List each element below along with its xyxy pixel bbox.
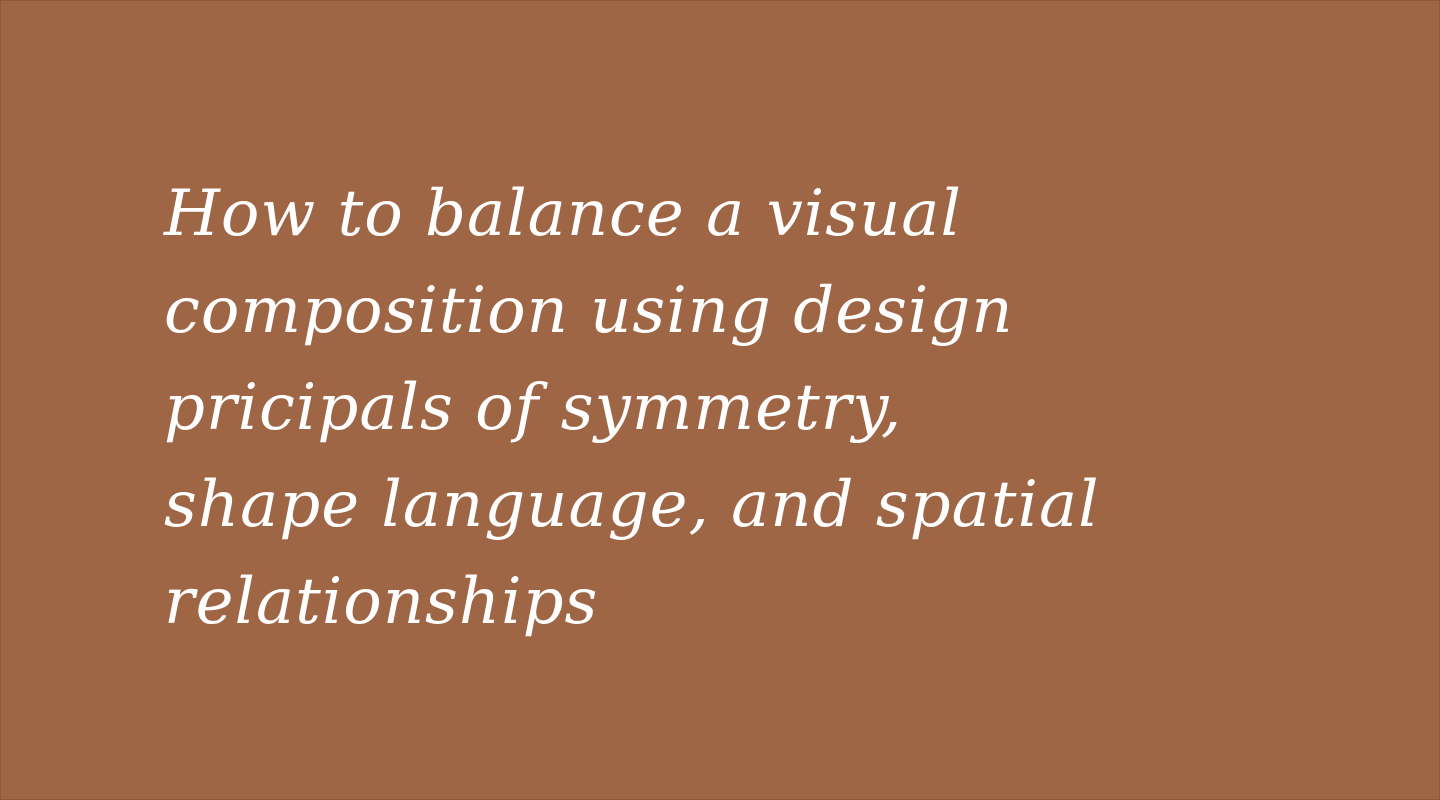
- headline-line-4: shape language, and spatial: [164, 468, 1100, 542]
- title-card: How to balance a visual composition usin…: [0, 0, 1440, 800]
- headline-line-5: relationships: [164, 565, 599, 639]
- headline-line-2: composition using design: [164, 274, 1014, 348]
- headline-line-3: pricipals of symmetry,: [164, 371, 903, 445]
- headline-line-1: How to balance a visual: [164, 177, 962, 251]
- headline: How to balance a visual composition usin…: [164, 166, 1314, 651]
